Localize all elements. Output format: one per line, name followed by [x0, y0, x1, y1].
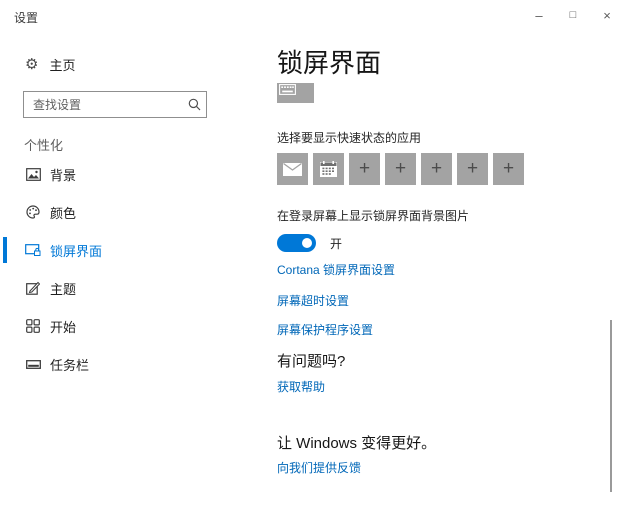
plus-icon: +: [467, 159, 478, 178]
maximize-button[interactable]: □: [556, 2, 590, 28]
quick-status-label: 选择要显示快速状态的应用: [277, 130, 617, 146]
quick-status-tile-calendar[interactable]: [313, 153, 344, 185]
help-heading: 有问题吗?: [277, 352, 617, 372]
plus-icon: +: [395, 159, 406, 178]
screen-saver-settings-link[interactable]: 屏幕保护程序设置: [277, 323, 373, 337]
quick-status-tiles: + + + + +: [277, 153, 617, 185]
section-label-personalization: 个性化: [24, 138, 262, 154]
plus-icon: +: [503, 159, 514, 178]
search-box: [23, 91, 207, 118]
title-bar: 设置 – □ ×: [0, 0, 632, 32]
sidebar-item-start[interactable]: 开始: [0, 314, 262, 338]
color-palette-icon: [25, 205, 41, 219]
plus-icon: +: [359, 159, 370, 178]
screen-timeout-settings-link[interactable]: 屏幕超时设置: [277, 294, 349, 308]
taskbar-icon: [25, 360, 41, 369]
keyboard-icon: [279, 84, 296, 95]
page-title: 锁屏界面: [277, 48, 617, 78]
sidebar-item-label: 锁屏界面: [50, 241, 102, 260]
signin-background-toggle-row: 开: [277, 234, 617, 252]
calendar-icon: [320, 161, 337, 177]
toggle-state-label: 开: [330, 235, 342, 252]
gear-icon: ⚙: [25, 57, 38, 72]
sidebar-item-home[interactable]: ⚙ 主页: [25, 54, 262, 74]
quick-status-tile-add[interactable]: +: [421, 153, 452, 185]
quick-status-tile-add[interactable]: +: [493, 153, 524, 185]
plus-icon: +: [431, 159, 442, 178]
quick-status-tile-add[interactable]: +: [385, 153, 416, 185]
close-button[interactable]: ×: [590, 2, 624, 28]
quick-status-tile-add[interactable]: +: [457, 153, 488, 185]
sidebar-item-label: 开始: [50, 317, 76, 336]
sidebar-item-background[interactable]: 背景: [0, 162, 262, 186]
sidebar-item-lock-screen[interactable]: 锁屏界面: [0, 238, 262, 262]
signin-background-label: 在登录屏幕上显示锁屏界面背景图片: [277, 208, 617, 224]
sidebar-item-colors[interactable]: 颜色: [0, 200, 262, 224]
settings-sidebar: ⚙ 主页 个性化 背景: [0, 40, 262, 390]
quick-status-tile-mail[interactable]: [277, 153, 308, 185]
sidebar-item-label: 背景: [50, 165, 76, 184]
cortana-lock-screen-settings-link[interactable]: Cortana 锁屏界面设置: [277, 263, 395, 277]
selection-accent-bar: [3, 237, 7, 263]
sidebar-item-label: 任务栏: [50, 355, 89, 374]
lock-screen-icon: [25, 243, 41, 257]
window-title: 设置: [14, 9, 38, 26]
sidebar-item-label: 主题: [50, 279, 76, 298]
search-input[interactable]: [24, 98, 188, 112]
minimize-button[interactable]: –: [522, 2, 556, 28]
scrollbar-thumb[interactable]: [610, 320, 612, 492]
give-feedback-link[interactable]: 向我们提供反馈: [277, 461, 361, 475]
theme-pen-icon: [25, 281, 41, 295]
sidebar-item-label: 颜色: [50, 203, 76, 222]
lock-screen-settings-page: 锁屏界面 选择要显示快速状态的应用: [277, 40, 617, 475]
toggle-knob: [302, 238, 312, 248]
keyboard-preview-button[interactable]: [277, 83, 314, 103]
window-controls: – □ ×: [522, 2, 624, 28]
home-label: 主页: [49, 55, 75, 74]
feedback-heading: 让 Windows 变得更好。: [277, 434, 617, 454]
background-image-icon: [25, 168, 41, 181]
get-help-link[interactable]: 获取帮助: [277, 380, 325, 394]
quick-status-tile-add[interactable]: +: [349, 153, 380, 185]
sidebar-nav: 背景 颜色: [0, 162, 262, 376]
mail-icon: [283, 163, 302, 176]
search-icon[interactable]: [188, 98, 201, 111]
sidebar-item-themes[interactable]: 主题: [0, 276, 262, 300]
start-tiles-icon: [25, 319, 41, 333]
sidebar-item-taskbar[interactable]: 任务栏: [0, 352, 262, 376]
toggle-switch-on[interactable]: [277, 234, 316, 252]
